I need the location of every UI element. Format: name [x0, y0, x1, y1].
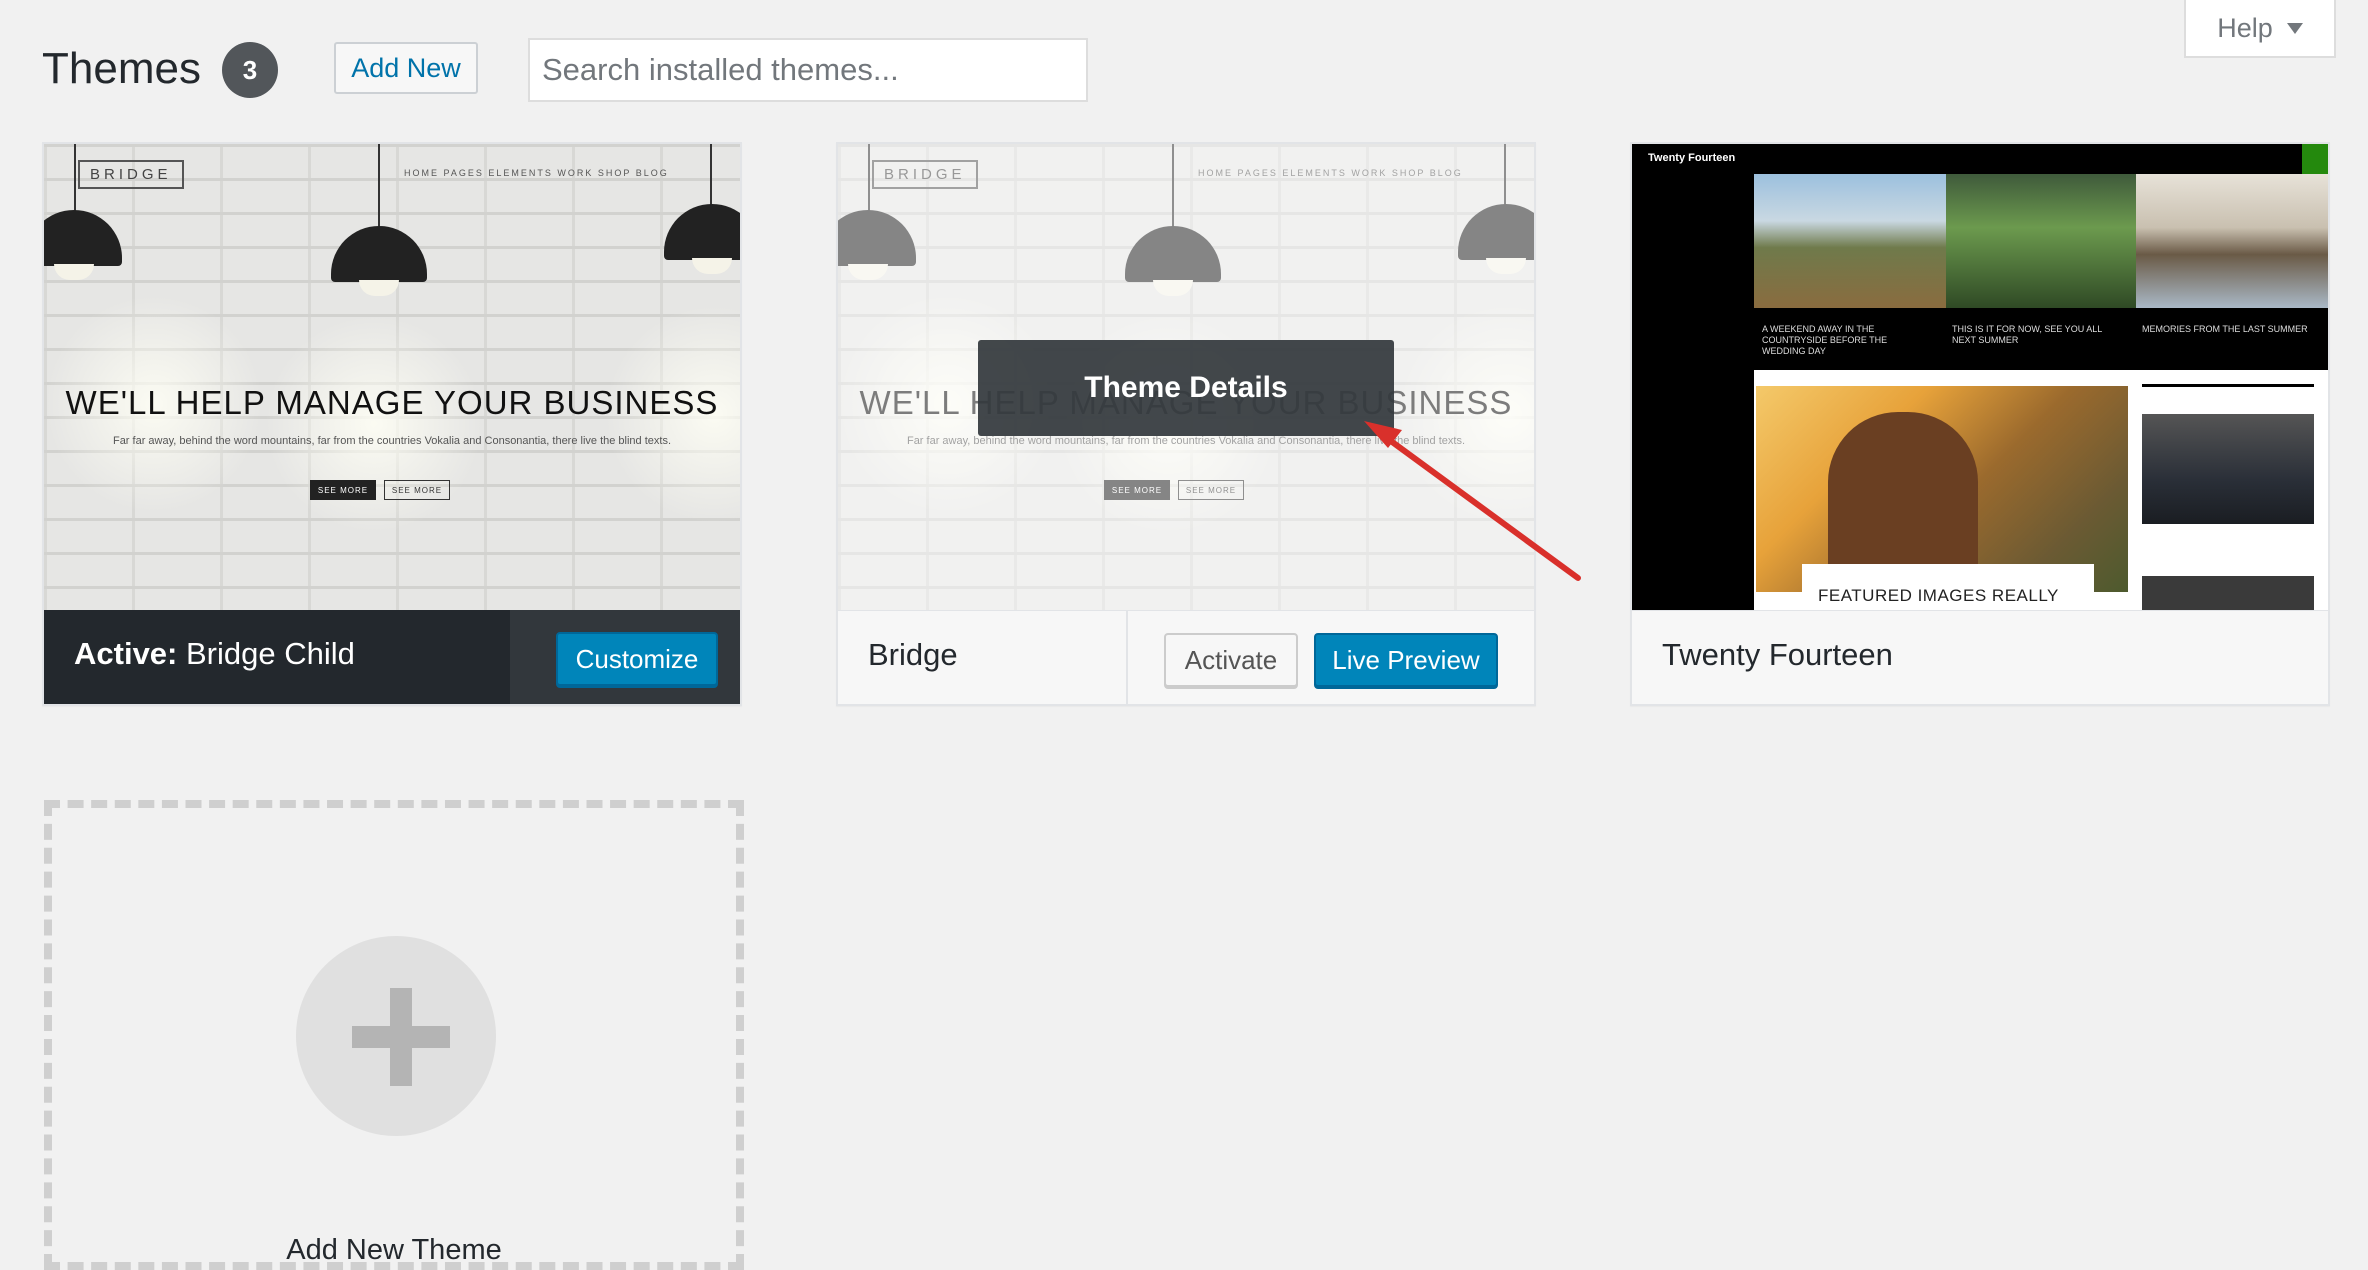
theme-screenshot: BRIDGE HOME PAGES ELEMENTS WORK SHOP BLO… — [44, 144, 740, 610]
help-tab[interactable]: Help — [2184, 0, 2336, 58]
lamp-bulb — [54, 264, 94, 280]
divider — [1126, 611, 1128, 704]
caption: THIS IS IT FOR NOW, SEE YOU ALL NEXT SUM… — [1952, 324, 2102, 345]
lamp-icon — [331, 226, 427, 282]
theme-details-button[interactable]: Theme Details — [978, 340, 1394, 436]
theme-footer: Bridge Activate Live Preview — [838, 610, 1534, 704]
caption: MEMORIES FROM THE LAST SUMMER — [2142, 324, 2308, 334]
caption: A WEEKEND AWAY IN THE COUNTRYSIDE BEFORE… — [1762, 324, 1888, 356]
screenshot-btn: SEE MORE — [310, 480, 376, 500]
theme-name: Bridge Child — [186, 636, 355, 671]
lamp-glow — [264, 314, 484, 534]
search-themes-input[interactable] — [528, 38, 1088, 102]
activate-button[interactable]: Activate — [1164, 633, 1298, 687]
theme-name: Twenty Fourteen — [1662, 637, 1893, 672]
screenshot-site-title: Twenty Fourteen — [1648, 152, 1736, 164]
screenshot-thumb — [1946, 174, 2136, 308]
screenshot-caption-strip: A WEEKEND AWAY IN THE COUNTRYSIDE BEFORE… — [1754, 308, 2328, 370]
screenshot-featured-text: FEATURED IMAGES REALLY — [1818, 586, 2059, 605]
screenshot-thumb — [1754, 174, 1946, 308]
plus-icon — [390, 988, 412, 1086]
screenshot-headline: WE'LL HELP MANAGE YOUR BUSINESS — [65, 384, 719, 421]
active-theme-label: Active: Bridge Child — [74, 636, 355, 672]
screenshot-subtext: Far far away, behind the word mountains,… — [112, 435, 672, 447]
theme-screenshot: BRIDGE HOME PAGES ELEMENTS WORK SHOP BLO… — [838, 144, 1534, 610]
add-new-theme-label: Add New Theme — [286, 1234, 502, 1266]
theme-footer-active: Active: Bridge Child Customize — [44, 610, 740, 704]
screenshot-btn: SEE MORE — [384, 480, 450, 500]
theme-footer: Twenty Fourteen — [1632, 610, 2328, 704]
screenshot-widget-header — [2142, 384, 2314, 403]
theme-card-twenty-fourteen[interactable]: Twenty Fourteen A WEEKEND AWAY IN THE CO… — [1630, 142, 2330, 706]
theme-name: Bridge — [868, 637, 958, 672]
page-title: Themes — [42, 44, 201, 93]
lamp-cord — [74, 144, 76, 214]
theme-card-bridge-child[interactable]: BRIDGE HOME PAGES ELEMENTS WORK SHOP BLO… — [42, 142, 742, 706]
add-new-button[interactable]: Add New — [334, 42, 478, 94]
active-prefix: Active: — [74, 636, 178, 671]
caret-down-icon — [2286, 22, 2303, 34]
screenshot-thumb — [2136, 174, 2328, 308]
lamp-cord — [378, 144, 380, 228]
theme-count-badge: 3 — [222, 42, 278, 98]
lamp-bulb — [692, 258, 732, 274]
lamp-icon — [664, 204, 740, 260]
screenshot-sidebar — [1632, 174, 1754, 610]
screenshot-video — [2142, 414, 2314, 524]
lamp-cord — [710, 144, 712, 208]
search-icon — [2302, 144, 2328, 174]
lamp-bulb — [359, 280, 399, 296]
theme-card-bridge[interactable]: BRIDGE HOME PAGES ELEMENTS WORK SHOP BLO… — [836, 142, 1536, 706]
screenshot-logo: BRIDGE — [78, 160, 184, 189]
screenshot-topbar — [1632, 144, 2328, 174]
add-new-theme-card[interactable]: Add New Theme — [44, 800, 744, 1270]
customize-button[interactable]: Customize — [556, 632, 718, 686]
screenshot-nav: HOME PAGES ELEMENTS WORK SHOP BLOG — [404, 168, 669, 178]
live-preview-button[interactable]: Live Preview — [1314, 633, 1498, 687]
screenshot-video — [2142, 576, 2314, 610]
help-label: Help — [2217, 12, 2273, 43]
theme-screenshot: Twenty Fourteen A WEEKEND AWAY IN THE CO… — [1632, 144, 2328, 610]
lamp-icon — [44, 210, 122, 266]
